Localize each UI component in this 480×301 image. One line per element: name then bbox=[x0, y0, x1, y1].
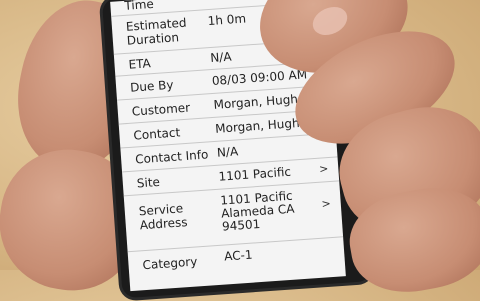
row-label: Site bbox=[136, 174, 161, 191]
row-value: Morgan, Hugh bbox=[214, 115, 301, 136]
row-label: Due By bbox=[129, 77, 174, 95]
row-label: Customer bbox=[131, 100, 191, 119]
row-label: Time bbox=[123, 0, 155, 13]
row-value: AC-1 bbox=[223, 247, 253, 264]
photo-scene: Time Estimated Duration 1h 0m ETA N/A > … bbox=[0, 0, 480, 301]
row-value: 1101 Pacific bbox=[218, 164, 292, 184]
row-label: Contact Info bbox=[134, 147, 209, 167]
row-label: Estimated Duration bbox=[125, 15, 187, 48]
row-value: N/A bbox=[216, 144, 239, 160]
row-value: N/A bbox=[209, 49, 232, 66]
row-label: Service Address bbox=[138, 201, 188, 233]
row-label: Contact bbox=[133, 125, 181, 143]
row-value: 1h 0m bbox=[207, 11, 247, 29]
chevron-right-icon: > bbox=[318, 162, 329, 176]
row-value: Morgan, Hugh bbox=[213, 92, 299, 112]
row-value: 1101 Pacific Alameda CA 94501 bbox=[219, 188, 295, 234]
chevron-right-icon: > bbox=[321, 197, 332, 211]
row-label: ETA bbox=[128, 56, 152, 72]
row-value: 08/03 09:00 AM bbox=[211, 67, 308, 88]
